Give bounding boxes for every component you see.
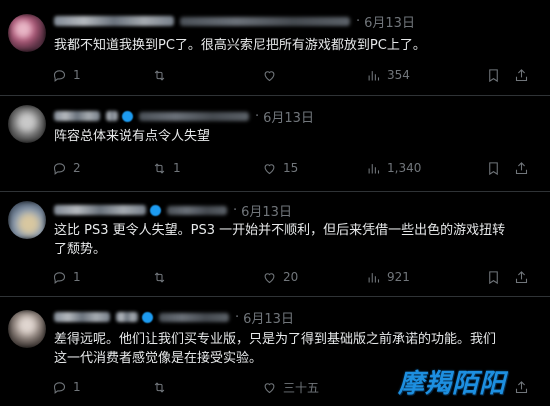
post-actions: 2 1 15 1,340: [52, 159, 532, 177]
share-button[interactable]: [514, 159, 529, 177]
verified-badge-icon: [150, 204, 161, 216]
like-button[interactable]: 三十五: [262, 378, 319, 396]
views-button[interactable]: 354: [366, 66, 410, 84]
author-name[interactable]: [54, 205, 146, 215]
reply-post[interactable]: · 6月13日 这比 PS3 更令人失望。PS3 一开始并不顺利，但后来凭借一些…: [0, 193, 550, 297]
reply-button[interactable]: 1: [52, 378, 81, 396]
share-icon: [515, 68, 528, 81]
share-icon: [515, 380, 528, 393]
bookmark-icon: [489, 68, 498, 82]
reply-button[interactable]: 1: [52, 66, 81, 84]
author-handle[interactable]: [180, 16, 350, 26]
post-date[interactable]: 6月13日: [263, 107, 314, 126]
share-icon: [515, 161, 528, 174]
views-count: 1,340: [387, 161, 422, 175]
avatar[interactable]: [8, 105, 46, 143]
heart-icon: [264, 163, 275, 174]
post-actions: 1 20 921: [52, 268, 532, 286]
post-header: · 6月13日: [54, 308, 294, 327]
like-button[interactable]: 20: [262, 268, 298, 286]
reply-icon: [53, 162, 66, 175]
views-icon: [368, 272, 380, 282]
reply-post[interactable]: · 6月13日 阵容总体来说有点令人失望 2 1 15 1,340: [0, 97, 550, 192]
heart-icon: [264, 70, 275, 81]
heart-icon: [264, 272, 275, 283]
like-count: 15: [283, 161, 299, 175]
like-count: 20: [283, 270, 299, 284]
post-date[interactable]: 6月13日: [241, 201, 292, 220]
author-handle[interactable]: [167, 205, 227, 215]
repost-icon: [154, 162, 165, 174]
post-text: 阵容总体来说有点令人失望: [54, 129, 211, 144]
repost-button[interactable]: [152, 378, 173, 396]
reply-icon: [53, 271, 66, 284]
like-count: 三十五: [283, 380, 320, 395]
repost-button[interactable]: [152, 66, 173, 84]
author-handle[interactable]: [159, 312, 229, 322]
watermark-logo: 摩羯陌阳: [397, 369, 506, 399]
share-button[interactable]: [514, 378, 529, 396]
bookmark-icon: [489, 161, 498, 175]
reply-post[interactable]: · 6月13日 我都不知道我换到PC了。很高兴索尼把所有游戏都放到PC上了。 1…: [0, 0, 550, 96]
views-button[interactable]: 1,340: [366, 159, 421, 177]
share-button[interactable]: [514, 268, 529, 286]
post-header: · 6月13日: [54, 201, 292, 220]
bookmark-button[interactable]: [486, 66, 501, 84]
share-button[interactable]: [514, 66, 529, 84]
post-date[interactable]: 6月13日: [243, 308, 294, 327]
repost-icon: [154, 381, 165, 393]
repost-icon: [154, 271, 165, 283]
reply-icon: [53, 69, 66, 82]
repost-button[interactable]: 1: [152, 159, 181, 177]
reply-count: 1: [73, 380, 81, 394]
reply-count: 2: [73, 161, 81, 175]
avatar[interactable]: [8, 14, 46, 52]
post-header: · 6月13日: [54, 107, 314, 126]
reply-count: 1: [73, 68, 81, 82]
repost-count: 1: [173, 161, 181, 175]
reply-count: 1: [73, 270, 81, 284]
views-button[interactable]: 921: [366, 268, 410, 286]
share-icon: [515, 270, 528, 283]
bookmark-button[interactable]: [486, 159, 501, 177]
verified-badge-icon: [122, 110, 133, 122]
like-button[interactable]: [262, 66, 283, 84]
post-header: · 6月13日: [54, 12, 415, 31]
views-count: 354: [387, 68, 410, 82]
post-date[interactable]: 6月13日: [364, 12, 415, 31]
views-icon: [368, 70, 380, 80]
reply-icon: [53, 381, 66, 394]
author-name[interactable]: [54, 312, 110, 322]
like-button[interactable]: 15: [262, 159, 298, 177]
repost-button[interactable]: [152, 268, 173, 286]
post-text: 这比 PS3 更令人失望。PS3 一开始并不顺利，但后来凭借一些出色的游戏扭转 …: [54, 223, 506, 257]
heart-icon: [264, 382, 275, 393]
reply-button[interactable]: 2: [52, 159, 81, 177]
author-handle[interactable]: [139, 111, 249, 121]
views-count: 921: [387, 270, 410, 284]
avatar[interactable]: [8, 310, 46, 348]
post-text: 我都不知道我换到PC了。很高兴索尼把所有游戏都放到PC上了。: [54, 38, 426, 53]
reply-post[interactable]: · 6月13日 差得远呢。他们让我们买专业版，只是为了得到基础版之前承诺的功能。…: [0, 298, 550, 406]
reply-button[interactable]: 1: [52, 268, 81, 286]
views-icon: [368, 163, 380, 173]
bookmark-button[interactable]: [486, 268, 501, 286]
verified-badge-icon: [142, 311, 153, 323]
bookmark-icon: [489, 270, 498, 284]
reply-feed: · 6月13日 我都不知道我换到PC了。很高兴索尼把所有游戏都放到PC上了。 1…: [0, 0, 550, 406]
author-name[interactable]: [54, 16, 174, 26]
avatar[interactable]: [8, 201, 46, 239]
post-actions: 1 354: [52, 66, 532, 84]
repost-icon: [154, 69, 165, 81]
author-name[interactable]: [54, 111, 100, 121]
